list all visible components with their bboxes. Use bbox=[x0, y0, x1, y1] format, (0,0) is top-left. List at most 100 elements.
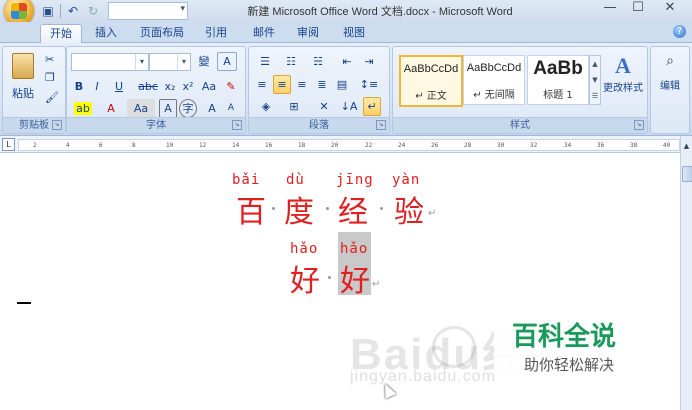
editing-group: ⌕ 编辑 bbox=[650, 46, 690, 134]
shading-icon[interactable]: ◈ bbox=[253, 97, 279, 116]
borders-icon[interactable]: ⊞ bbox=[281, 97, 307, 116]
ruler-tick-label: 20 bbox=[331, 142, 339, 149]
vertical-scrollbar[interactable]: ▲ bbox=[680, 136, 692, 410]
ruler-tick-label: 22 bbox=[365, 142, 373, 149]
text-cursor bbox=[17, 302, 31, 304]
justify-icon[interactable]: ≣ bbox=[313, 75, 331, 94]
ruler-tick-label: 16 bbox=[265, 142, 273, 149]
ruler-scale[interactable]: 2 4 6 8 10 12 14 16 18 20 22 24 26 28 30 32 34 36 38 40 bbox=[18, 139, 680, 151]
hanzi-du: 度 bbox=[284, 195, 314, 230]
ruler-tick-label: 34 bbox=[564, 142, 572, 149]
ruler-tick-label: 38 bbox=[630, 142, 638, 149]
ruler-tick-label: 36 bbox=[597, 142, 605, 149]
qat-divider bbox=[60, 4, 61, 18]
clear-format-button[interactable]: ✎ bbox=[221, 77, 241, 96]
dialog-launcher-icon[interactable]: ↘ bbox=[376, 120, 386, 130]
pinyin-jing: jīng bbox=[336, 172, 374, 188]
multilevel-list-icon[interactable]: ☵ bbox=[305, 52, 331, 71]
tab-view[interactable]: 视图 bbox=[336, 24, 372, 42]
change-case-button[interactable]: Aa bbox=[199, 77, 219, 96]
minimize-button[interactable]: — bbox=[596, 0, 624, 18]
redo-icon[interactable]: ↻ bbox=[85, 3, 101, 19]
italic-button[interactable]: I bbox=[89, 77, 105, 96]
tab-review[interactable]: 审阅 bbox=[290, 24, 326, 42]
subscript-button[interactable]: x₂ bbox=[161, 77, 179, 96]
maximize-button[interactable]: ☐ bbox=[624, 0, 652, 18]
space-mark bbox=[326, 207, 329, 210]
save-icon[interactable]: ▣ bbox=[40, 3, 56, 19]
hanzi-bai: 百 bbox=[236, 195, 266, 230]
sort-icon[interactable]: ↓A bbox=[339, 97, 359, 116]
tab-home[interactable]: 开始 bbox=[40, 24, 82, 43]
style-no-spacing-sample: AaBbCcDd bbox=[466, 62, 522, 74]
grow-font-button[interactable]: A bbox=[203, 99, 221, 118]
change-styles-icon: A bbox=[615, 53, 631, 78]
paste-button[interactable]: 粘贴 bbox=[7, 51, 39, 103]
dialog-launcher-icon[interactable]: ↘ bbox=[232, 120, 242, 130]
align-left-icon[interactable]: ≡ bbox=[253, 75, 271, 94]
style-no-spacing[interactable]: AaBbCcDd ↵ 无间隔 bbox=[463, 55, 525, 105]
line-spacing-icon[interactable]: ↕≡ bbox=[357, 75, 381, 94]
space-mark bbox=[272, 207, 275, 210]
strikethrough-button[interactable]: abc bbox=[137, 77, 159, 96]
clipboard-icon bbox=[12, 53, 34, 79]
ribbon-tabs: 开始 插入 页面布局 引用 邮件 审阅 视图 ? bbox=[0, 22, 692, 43]
ruler-tick-label: 28 bbox=[464, 142, 472, 149]
space-mark bbox=[380, 207, 383, 210]
asian-layout-icon[interactable]: ✕ bbox=[311, 97, 337, 116]
char-shading-button[interactable]: Aa bbox=[127, 99, 155, 118]
enclosed-char-icon[interactable]: 字 bbox=[179, 99, 197, 118]
pinyin-yan: yàn bbox=[392, 172, 421, 188]
qat-customize-box[interactable]: ▾ bbox=[108, 2, 188, 20]
brand-subtitle: 助你轻松解决 bbox=[524, 356, 615, 374]
undo-icon[interactable]: ↶ bbox=[65, 3, 81, 19]
dialog-launcher-icon[interactable]: ↘ bbox=[52, 120, 62, 130]
char-border-button[interactable]: A bbox=[217, 52, 237, 71]
decrease-indent-icon[interactable]: ⇤ bbox=[337, 52, 357, 71]
font-name-combo[interactable]: ▾ bbox=[71, 53, 149, 71]
bullets-icon[interactable]: ☰ bbox=[253, 52, 277, 71]
font-size-combo[interactable]: ▾ bbox=[149, 53, 191, 71]
distributed-icon[interactable]: ▤ bbox=[333, 75, 351, 94]
style-heading-1[interactable]: AaBb 标题 1 bbox=[527, 55, 589, 105]
help-icon[interactable]: ? bbox=[673, 25, 686, 38]
style-heading-1-name: 标题 1 bbox=[543, 90, 573, 101]
style-normal[interactable]: AaBbCcDd ↵ 正文 bbox=[399, 55, 463, 107]
tab-references[interactable]: 引用 bbox=[198, 24, 234, 42]
style-heading-1-sample: AaBb bbox=[533, 58, 583, 79]
styles-scroll[interactable]: ▲ ▼ ☰ bbox=[589, 55, 601, 105]
change-styles-button[interactable]: A 更改样式 bbox=[603, 53, 643, 107]
shrink-font-button[interactable]: A bbox=[223, 99, 239, 118]
scroll-thumb[interactable] bbox=[682, 166, 692, 182]
editing-label: 编辑 bbox=[660, 81, 680, 92]
scroll-up-icon[interactable]: ▲ bbox=[682, 142, 691, 151]
dialog-launcher-icon[interactable]: ↘ bbox=[634, 120, 644, 130]
ruler-tick-label: 18 bbox=[298, 142, 306, 149]
hanzi-hao-2: 好 bbox=[340, 264, 370, 299]
pinyin-guide-button[interactable]: 變 bbox=[193, 52, 215, 71]
underline-button[interactable]: U bbox=[109, 77, 129, 96]
tab-mailings[interactable]: 邮件 bbox=[246, 24, 282, 42]
ruler-tick-label: 4 bbox=[66, 142, 70, 149]
bold-button[interactable]: B bbox=[71, 77, 87, 96]
cut-icon[interactable]: ✂ bbox=[45, 53, 54, 66]
ruler-tick-label: 24 bbox=[398, 142, 406, 149]
enclose-char-button[interactable]: A bbox=[159, 99, 177, 118]
tab-insert[interactable]: 插入 bbox=[86, 24, 126, 42]
format-painter-icon[interactable]: 🖌 bbox=[45, 91, 59, 104]
close-button[interactable]: ✕ bbox=[656, 0, 684, 18]
tab-page-layout[interactable]: 页面布局 bbox=[134, 24, 190, 42]
show-marks-icon[interactable]: ↵ bbox=[363, 97, 381, 116]
tab-selector[interactable]: L bbox=[2, 138, 15, 151]
editing-button[interactable]: ⌕ 编辑 bbox=[653, 53, 687, 92]
highlight-button[interactable]: ab bbox=[71, 99, 95, 118]
align-right-icon[interactable]: ≡ bbox=[293, 75, 311, 94]
numbering-icon[interactable]: ☷ bbox=[279, 52, 303, 71]
copy-icon[interactable]: ❐ bbox=[45, 71, 55, 84]
ruler-tick-label: 14 bbox=[232, 142, 240, 149]
superscript-button[interactable]: x² bbox=[179, 77, 197, 96]
brand-overlay: 百科全说 助你轻松解决 bbox=[494, 300, 666, 382]
window-title: 新建 Microsoft Office Word 文档.docx - Micro… bbox=[247, 6, 513, 18]
align-center-icon[interactable]: ≡ bbox=[273, 75, 291, 94]
increase-indent-icon[interactable]: ⇥ bbox=[359, 52, 379, 71]
